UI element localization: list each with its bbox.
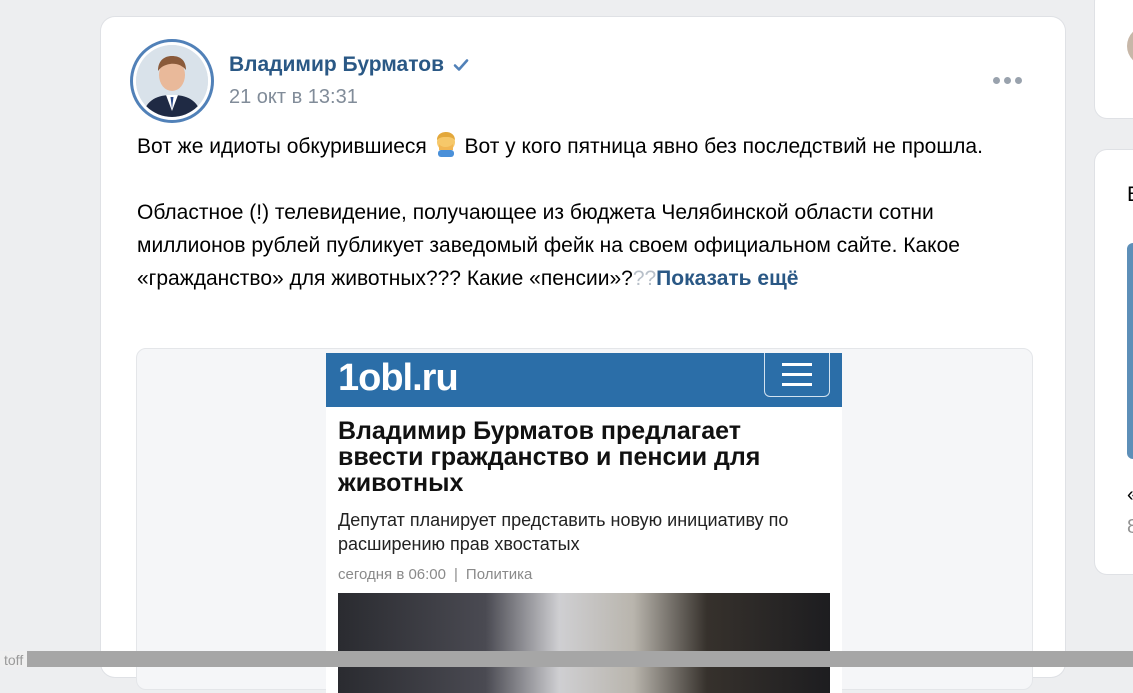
article-headline: Владимир Бурматов предлагает ввести граж… (338, 417, 761, 497)
article-meta-separator: | (454, 566, 458, 583)
post-date[interactable]: 21 окт в 13:31 (229, 86, 358, 109)
more-dots-icon[interactable] (993, 77, 1022, 84)
author-name[interactable]: Владимир Бурматов (229, 53, 444, 77)
post-text-faded: ?? (632, 267, 657, 290)
person-silhouette-icon (136, 45, 208, 117)
hamburger-menu-icon (764, 353, 830, 397)
site-header: 1obl.ru (326, 353, 842, 407)
author-avatar[interactable] (130, 39, 214, 123)
post-paragraph-2: Областное (!) телевидение, получающее из… (137, 196, 1037, 295)
verified-check-icon (453, 59, 469, 71)
site-logo: 1obl.ru (338, 357, 459, 399)
man-facepalming-emoji (436, 132, 455, 157)
post-text-part: Вот же идиоты обкурившиеся (137, 135, 433, 158)
post-text: Вот же идиоты обкурившиеся Вот у кого пя… (137, 130, 1037, 295)
sidebar-thumbnail[interactable] (1127, 243, 1133, 459)
more-dot (1015, 77, 1022, 84)
more-dot (993, 77, 1000, 84)
photo-attachment[interactable]: 1obl.ru Владимир Бурматов предлагает вве… (136, 348, 1033, 693)
post-card: Владимир Бурматов 21 окт в 13:31 Вот же … (101, 17, 1065, 693)
sidebar-card-top (1095, 0, 1133, 118)
sidebar-partial-text: « (1127, 484, 1133, 507)
post-text-part: Областное (!) телевидение, получающее из… (137, 201, 960, 290)
article-photo (338, 593, 830, 693)
sidebar-partial-count: 8 (1127, 516, 1133, 538)
bottom-scroll-bar: toff (0, 651, 1133, 668)
post-paragraph-1: Вот же идиоты обкурившиеся Вот у кого пя… (137, 130, 1037, 163)
show-more-link[interactable]: Показать ещё (656, 267, 798, 290)
author-name-row: Владимир Бурматов (229, 53, 470, 77)
bottom-tab[interactable]: toff (0, 651, 28, 668)
article-screenshot: 1obl.ru Владимир Бурматов предлагает вве… (326, 353, 842, 693)
article-category: Политика (465, 566, 533, 583)
avatar-photo (136, 45, 208, 117)
post-text-part: Вот у кого пятница явно без последствий … (458, 135, 983, 158)
sidebar-partial-letter: В (1127, 183, 1133, 207)
article-subtitle: Депутат планирует представить новую иниц… (338, 510, 789, 554)
article-meta: сегодня в 06:00 | Политика (338, 566, 532, 583)
article-time: сегодня в 06:00 (338, 566, 446, 583)
more-dot (1004, 77, 1011, 84)
